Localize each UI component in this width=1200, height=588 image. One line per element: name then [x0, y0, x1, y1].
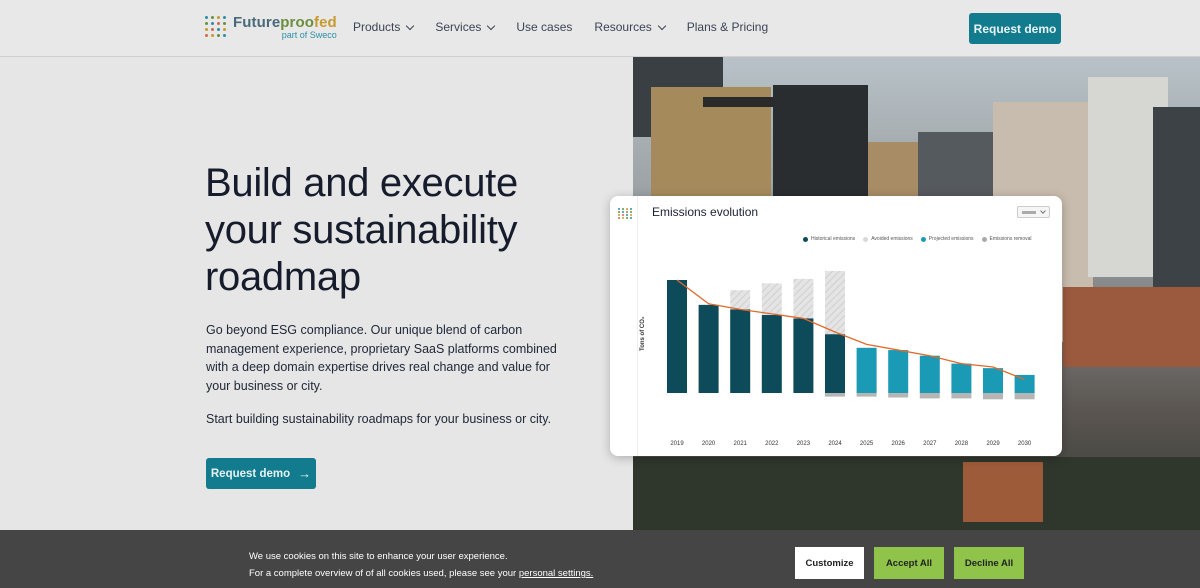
logo-subtitle: part of Sweco — [281, 30, 337, 40]
historical-emissions-bar — [667, 280, 687, 393]
x-axis-tick-label: 2025 — [860, 441, 874, 447]
nav-item-resources[interactable]: Resources — [594, 20, 667, 34]
emissions-removal-bar — [919, 393, 940, 399]
x-axis-tick-label: 2019 — [670, 441, 684, 447]
x-axis-tick-label: 2022 — [765, 441, 779, 447]
nav-item-use-cases[interactable]: Use cases — [516, 20, 572, 34]
hero-description: Go beyond ESG compliance. Our unique ble… — [206, 323, 557, 393]
x-axis-tick-label: 2030 — [1018, 441, 1032, 447]
x-axis-tick-label: 2021 — [734, 441, 748, 447]
x-axis-tick-label: 2020 — [702, 441, 716, 447]
header-request-demo-button[interactable]: Request demo — [969, 13, 1061, 44]
projected-emissions-bar — [919, 355, 940, 393]
hero-title: Build and execute your sustainability ro… — [205, 161, 518, 299]
logo-wordmark: Futureproofed — [233, 14, 337, 31]
x-axis-tick-label: 2026 — [892, 441, 906, 447]
historical-emissions-bar — [698, 304, 719, 393]
historical-emissions-bar — [730, 309, 751, 393]
hero-secondary-text: Start building sustainability roadmaps f… — [206, 412, 552, 426]
emissions-removal-bar — [983, 393, 1003, 400]
main-nav: Products Services Use cases Resources Pl… — [353, 20, 790, 34]
avoided-emissions-bar — [825, 270, 845, 335]
chevron-down-icon — [406, 21, 415, 30]
projected-emissions-bar — [983, 368, 1003, 393]
cookie-customize-button[interactable]: Customize — [795, 547, 864, 579]
emissions-bar-chart: 2019 2020 2021 2022 2023 2024 2025 2026 2027 2028… — [667, 270, 1035, 447]
x-axis-tick-label: 2027 — [923, 441, 937, 447]
hero-request-demo-button[interactable]: Request demo → — [206, 458, 316, 489]
chevron-down-icon — [487, 21, 496, 30]
historical-emissions-bar — [793, 318, 814, 393]
trend-line — [676, 279, 1025, 381]
cookie-decline-all-button[interactable]: Decline All — [954, 547, 1024, 579]
x-axis-tick-label: 2028 — [955, 441, 969, 447]
emissions-removal-bar — [825, 393, 845, 397]
avoided-emissions-bar — [730, 290, 751, 310]
personal-settings-link[interactable]: personal settings. — [519, 568, 593, 579]
x-axis-tick-label: 2024 — [828, 441, 842, 447]
projected-emissions-bar — [1014, 374, 1035, 393]
emissions-removal-bar — [856, 393, 877, 397]
cookie-message: We use cookies on this site to enhance y… — [249, 548, 593, 582]
logo-dots-icon — [205, 16, 227, 38]
nav-item-plans-pricing[interactable]: Plans & Pricing — [687, 20, 768, 34]
cookie-accept-all-button[interactable]: Accept All — [874, 547, 944, 579]
avoided-emissions-bar — [793, 278, 814, 319]
historical-emissions-bar — [825, 334, 845, 393]
projected-emissions-bar — [856, 347, 877, 393]
projected-emissions-bar — [888, 350, 909, 393]
historical-emissions-bar — [761, 315, 782, 393]
chevron-down-icon — [657, 21, 667, 30]
emissions-removal-bar — [888, 393, 909, 398]
cookie-line-1: We use cookies on this site to enhance y… — [249, 551, 508, 562]
x-axis-tick-label: 2029 — [986, 441, 1000, 447]
emissions-removal-bar — [951, 393, 972, 399]
emissions-chart-card: Emissions evolution Historical emissions… — [610, 196, 1062, 456]
cookie-line-2: For a complete overview of of all cookie… — [249, 568, 517, 579]
futureproofed-logo[interactable]: Futureproofed part of Sweco — [205, 15, 337, 40]
x-axis-tick-label: 2023 — [797, 441, 811, 447]
nav-item-products[interactable]: Products — [353, 20, 415, 34]
site-header: Futureproofed part of Sweco Products Ser… — [0, 0, 1200, 57]
avoided-emissions-bar — [761, 283, 782, 316]
projected-emissions-bar — [951, 363, 972, 393]
nav-item-services[interactable]: Services — [435, 20, 496, 34]
emissions-removal-bar — [1014, 393, 1035, 400]
arrow-right-icon: → — [298, 466, 312, 481]
hero-cta-label: Request demo — [210, 467, 291, 480]
